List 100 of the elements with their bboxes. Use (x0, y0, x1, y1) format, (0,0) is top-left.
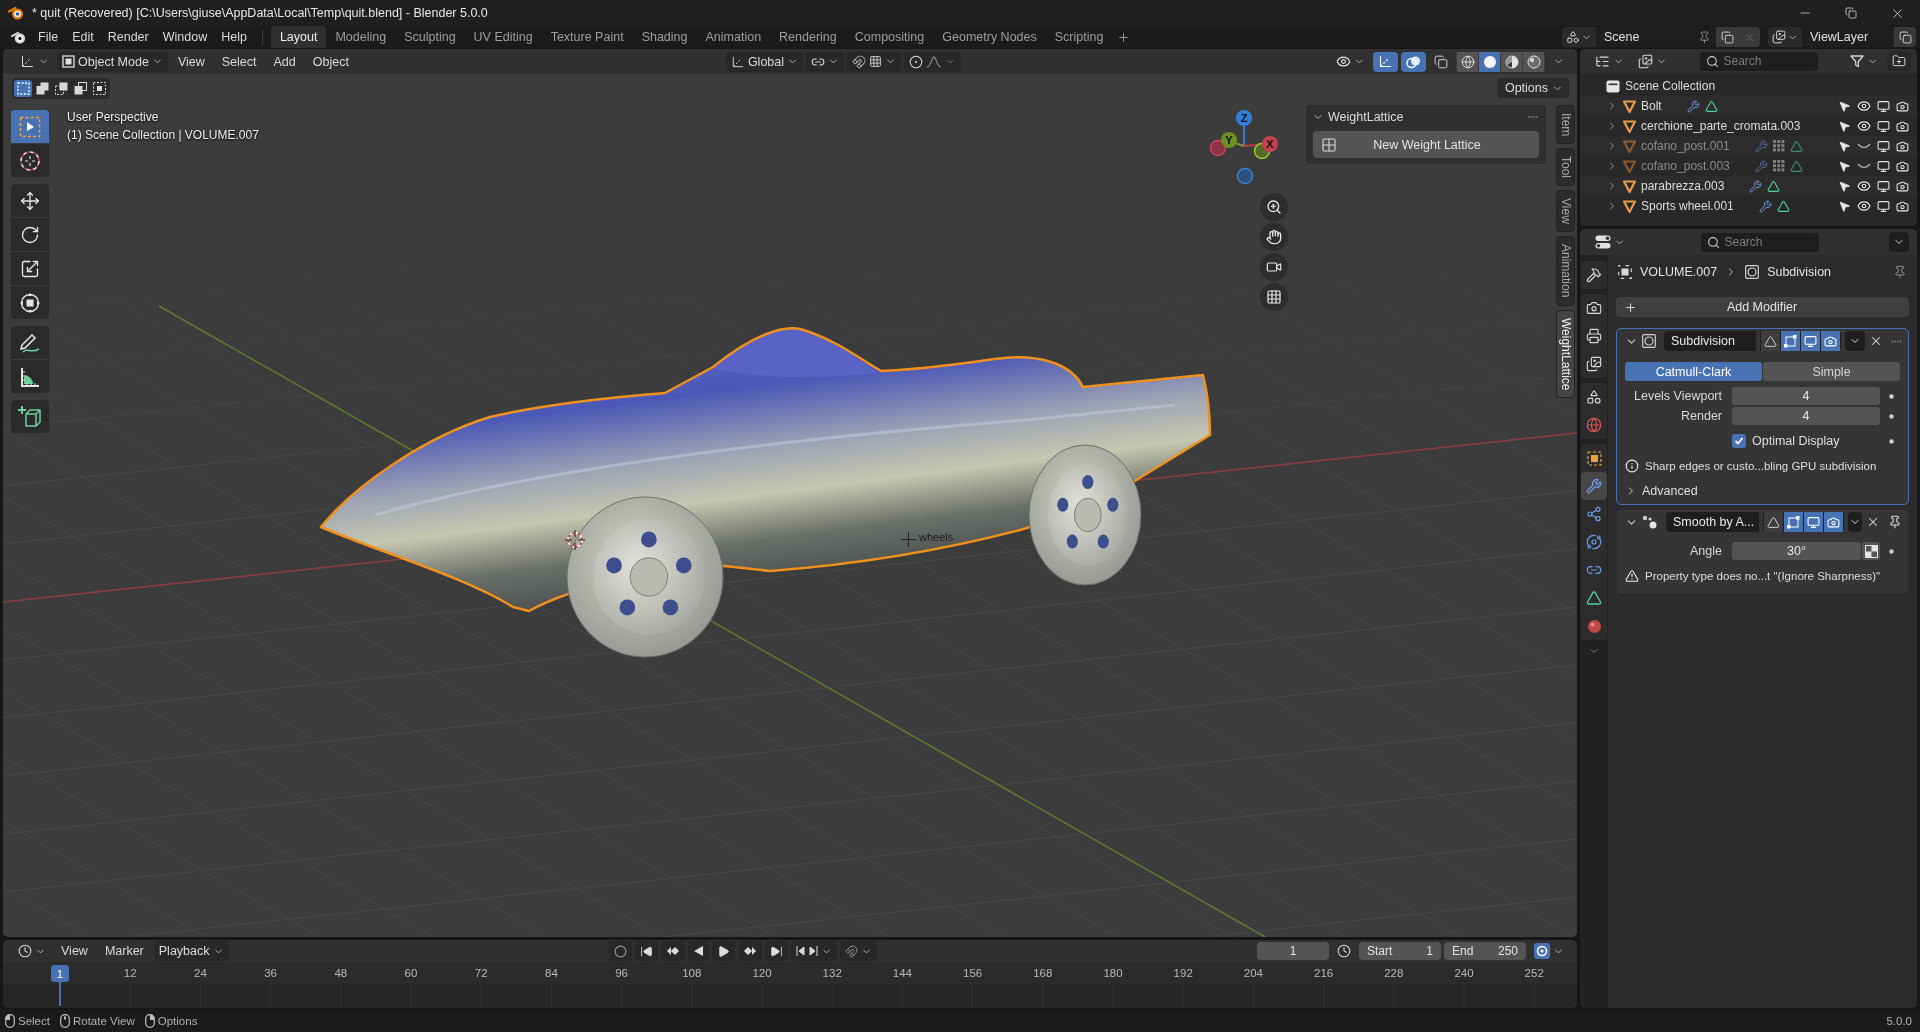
workspace-tab[interactable]: Sculpting (395, 26, 465, 48)
annotate-tool[interactable] (11, 326, 49, 359)
overlays-toggle[interactable] (1401, 51, 1426, 72)
closed-eye-icon[interactable] (1857, 143, 1871, 149)
modifier-display-toggle[interactable] (1764, 512, 1783, 532)
axis-gizmo[interactable]: Z Y X (1209, 109, 1279, 185)
modifier-display-toggle[interactable] (1784, 512, 1803, 532)
keyframe-dot-icon[interactable] (1888, 548, 1894, 554)
transform-tool[interactable] (11, 286, 49, 319)
pivot-dropdown[interactable] (806, 51, 844, 72)
camera-icon[interactable] (1896, 159, 1909, 173)
orientation-dropdown[interactable]: Global (725, 51, 803, 72)
menu-item[interactable]: Render (100, 27, 156, 47)
workspace-tab[interactable]: Scripting (1045, 26, 1113, 48)
scale-tool[interactable] (11, 252, 49, 285)
modifier-name-field[interactable]: Subdivision (1664, 331, 1757, 351)
keyframe-dot-icon[interactable] (1888, 438, 1894, 444)
number-field[interactable]: 4 (1732, 387, 1880, 405)
menu-item[interactable]: Help (214, 27, 254, 47)
object-name[interactable]: cofano_post.001 (1641, 139, 1730, 153)
sidebar-tab[interactable]: Tool (1556, 148, 1575, 187)
gizmos-toggle[interactable] (1373, 51, 1398, 72)
modifier-display-toggle[interactable] (1824, 512, 1843, 532)
monitor-icon[interactable] (1877, 119, 1890, 133)
camera-icon[interactable] (1896, 139, 1909, 153)
modifier-display-toggle[interactable] (1801, 331, 1821, 351)
previous-keyframe-button[interactable] (660, 941, 685, 961)
keyframe-dot-icon[interactable] (1888, 393, 1894, 399)
menu-item[interactable]: Object (305, 51, 356, 72)
workspace-tab[interactable]: Geometry Nodes (933, 26, 1046, 48)
zoom-button[interactable] (1260, 193, 1288, 221)
method-option[interactable]: Simple (1763, 362, 1900, 381)
shading-mode-button[interactable] (1523, 51, 1544, 72)
menu-item[interactable]: Edit (65, 27, 101, 47)
measure-tool[interactable] (11, 360, 49, 393)
select-mode-button[interactable] (90, 79, 108, 97)
keyframe-dot-icon[interactable] (1888, 413, 1894, 419)
menu-item[interactable]: Window (155, 27, 215, 47)
sidebar-tab[interactable]: WeightLattice (1556, 309, 1575, 399)
options-dropdown[interactable] (1889, 232, 1909, 252)
proportional-edit-dropdown[interactable] (904, 51, 961, 72)
sidebar-tab[interactable]: View (1556, 190, 1575, 233)
monitor-icon[interactable] (1877, 139, 1890, 153)
modifier-menu-button[interactable] (1848, 512, 1862, 532)
end-frame-field[interactable]: End 250 (1444, 942, 1526, 960)
add-cube-tool[interactable] (11, 400, 49, 433)
eye-icon[interactable] (1857, 99, 1871, 113)
object-name[interactable]: parabrezza.003 (1641, 179, 1725, 193)
workspace-tab[interactable]: Compositing (845, 26, 934, 48)
number-field[interactable]: 4 (1732, 407, 1880, 425)
object-name[interactable]: cerchione_parte_cromata.003 (1641, 119, 1801, 133)
play-reverse-button[interactable] (687, 941, 709, 961)
search-field[interactable]: Search (1700, 232, 1819, 252)
camera-view-button[interactable] (1260, 253, 1288, 281)
shading-mode-button[interactable] (1479, 51, 1500, 72)
eye-icon[interactable] (1857, 179, 1871, 193)
pointer-arrow-icon[interactable] (1838, 179, 1851, 193)
select-box-tool[interactable] (11, 110, 49, 143)
pointer-arrow-icon[interactable] (1838, 199, 1851, 213)
start-frame-field[interactable]: Start 1 (1359, 942, 1441, 960)
menu-item[interactable]: Marker (97, 941, 151, 961)
new-view-layer-button[interactable] (1894, 27, 1916, 47)
next-keyframe-button[interactable] (737, 941, 762, 961)
modifier-display-toggle[interactable] (1821, 331, 1841, 351)
workspace-tab[interactable]: Animation (696, 26, 771, 48)
pointer-arrow-icon[interactable] (1838, 119, 1851, 133)
close-icon[interactable] (1869, 334, 1883, 348)
keying-dropdown[interactable] (839, 941, 877, 961)
monitor-icon[interactable] (1877, 99, 1890, 113)
menu-item[interactable]: File (31, 27, 66, 47)
pin-icon[interactable] (1893, 265, 1907, 279)
eye-icon[interactable] (1857, 199, 1871, 213)
jump-end-button[interactable] (764, 941, 788, 961)
record-button[interactable] (608, 941, 632, 961)
menu-item[interactable]: Select (214, 51, 264, 72)
jump-start-button[interactable] (634, 941, 658, 961)
menu-item[interactable]: Add (266, 51, 303, 72)
object-name[interactable]: cofano_post.003 (1641, 159, 1730, 173)
add-modifier-button[interactable]: Add Modifier (1616, 297, 1909, 317)
workspace-tab[interactable]: Modeling (326, 26, 396, 48)
new-collection-button[interactable] (1887, 51, 1911, 71)
menu-item[interactable]: View (54, 941, 95, 961)
options-dropdown[interactable]: Options (1496, 78, 1569, 98)
object-name[interactable]: Bolt (1641, 99, 1662, 113)
camera-icon[interactable] (1896, 99, 1909, 113)
subpanel-header[interactable]: Advanced (1625, 482, 1698, 500)
sidebar-tab[interactable]: Animation (1556, 236, 1575, 306)
cursor-tool[interactable] (11, 144, 49, 177)
new-scene-button[interactable] (1716, 27, 1738, 47)
mode-dropdown[interactable]: Object Mode (57, 51, 168, 72)
workspace-tab[interactable]: Shading (632, 26, 697, 48)
object-name[interactable]: Sports wheel.001 (1641, 199, 1734, 213)
select-mode-button[interactable] (14, 79, 32, 97)
camera-icon[interactable] (1896, 199, 1909, 213)
modifier-display-toggle[interactable] (1761, 331, 1781, 351)
collection-name[interactable]: Scene Collection (1625, 79, 1716, 93)
snap-dropdown[interactable] (847, 51, 901, 72)
modifier-display-toggle[interactable] (1804, 512, 1823, 532)
pin-icon[interactable] (1888, 515, 1902, 529)
scene-browse-button[interactable] (1562, 27, 1596, 47)
